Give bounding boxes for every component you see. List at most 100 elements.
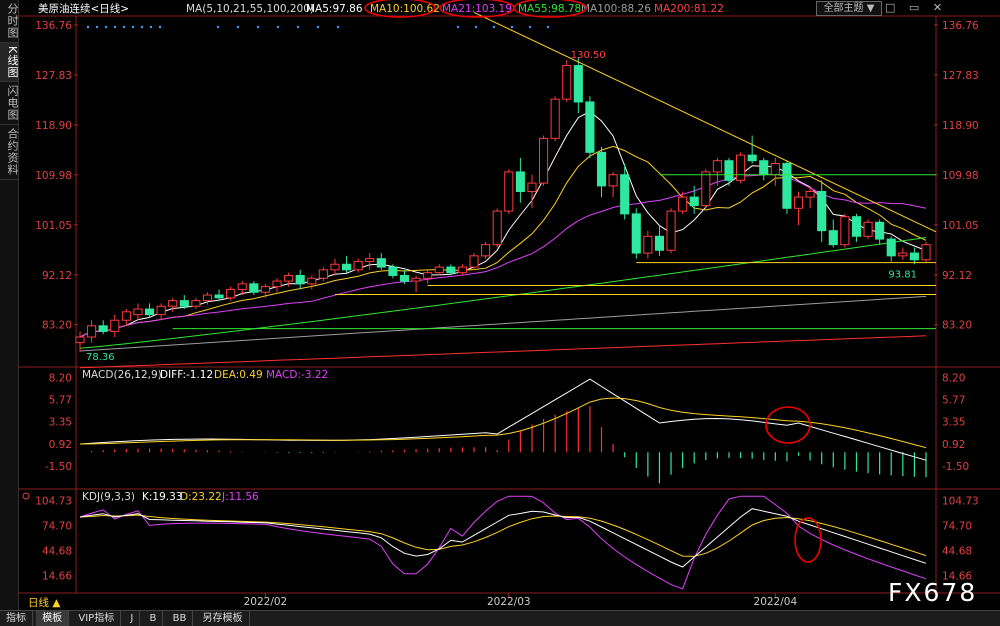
- candle-body[interactable]: [469, 255, 479, 268]
- candle-body[interactable]: [457, 266, 467, 274]
- candle-body[interactable]: [75, 336, 85, 344]
- candle-body[interactable]: [851, 216, 862, 237]
- candle-body[interactable]: [793, 196, 804, 209]
- candle-body[interactable]: [527, 182, 537, 193]
- bottom-tab-bb[interactable]: BB: [167, 611, 194, 626]
- candle-body[interactable]: [608, 174, 618, 187]
- candle-body[interactable]: [747, 154, 757, 162]
- price-chart[interactable]: 136.76 136.76 127.83 127.83 118.90 118.90 109.…: [18, 0, 1000, 610]
- candle-body[interactable]: [168, 300, 178, 307]
- candle-body[interactable]: [202, 294, 213, 302]
- period-selector[interactable]: 日线 ▲: [28, 596, 61, 609]
- candle-body[interactable]: [759, 160, 769, 176]
- close-icon[interactable]: ✕: [933, 1, 942, 14]
- theme-selector[interactable]: 全部主题 ▼: [816, 1, 882, 16]
- tab-timeshare[interactable]: 分时图: [0, 0, 19, 43]
- candle-body[interactable]: [341, 263, 352, 271]
- candle-body[interactable]: [481, 244, 491, 257]
- restore-icon[interactable]: ▭: [909, 1, 919, 14]
- tab-kline[interactable]: K线图: [0, 43, 19, 83]
- bottom-tab-j[interactable]: J: [124, 611, 141, 626]
- candle-body[interactable]: [226, 288, 236, 299]
- candle-body[interactable]: [156, 305, 166, 316]
- candle-body[interactable]: [921, 244, 931, 261]
- tab-flash[interactable]: 闪电图: [0, 82, 19, 126]
- candle-body[interactable]: [237, 283, 247, 290]
- candle-body[interactable]: [782, 163, 792, 209]
- candle-body[interactable]: [376, 258, 386, 268]
- bottom-tab-b[interactable]: B: [144, 611, 164, 626]
- candle-body[interactable]: [353, 260, 363, 271]
- candle-body[interactable]: [875, 221, 885, 240]
- candle-body[interactable]: [260, 286, 270, 293]
- marker-dot: [296, 25, 300, 29]
- candle-body[interactable]: [144, 308, 155, 316]
- candle-body[interactable]: [214, 294, 224, 299]
- candle-body[interactable]: [284, 274, 294, 282]
- candle-body[interactable]: [654, 235, 665, 251]
- marker-dot: [276, 25, 280, 29]
- candle-body[interactable]: [434, 266, 444, 274]
- candle-body[interactable]: [492, 210, 502, 246]
- candle-body[interactable]: [318, 269, 328, 279]
- candle-body[interactable]: [909, 252, 919, 261]
- candle-body[interactable]: [330, 263, 340, 271]
- candle-body[interactable]: [886, 238, 896, 257]
- candle-body[interactable]: [272, 280, 282, 288]
- candle-body[interactable]: [631, 213, 641, 254]
- candle-body[interactable]: [562, 65, 572, 100]
- candle-body[interactable]: [504, 171, 514, 212]
- candle-body[interactable]: [87, 325, 97, 338]
- candle-body[interactable]: [98, 325, 108, 332]
- candle-body[interactable]: [179, 300, 189, 307]
- candle-body[interactable]: [736, 154, 746, 181]
- candle-body[interactable]: [388, 266, 398, 276]
- candle-body[interactable]: [585, 101, 595, 153]
- candle-body[interactable]: [446, 266, 456, 274]
- candle-body[interactable]: [399, 274, 410, 282]
- candle-body[interactable]: [550, 98, 560, 139]
- candle-body[interactable]: [295, 274, 305, 285]
- candle-body[interactable]: [573, 65, 583, 103]
- candle-body[interactable]: [249, 283, 259, 293]
- candle-body[interactable]: [307, 277, 317, 285]
- candle-body[interactable]: [620, 174, 630, 215]
- candle-body[interactable]: [863, 221, 873, 237]
- kdj-settings-icon[interactable]: [22, 492, 30, 500]
- candle-body[interactable]: [724, 160, 734, 181]
- candle-body[interactable]: [701, 171, 711, 206]
- bottom-tab-save-template[interactable]: 另存模板: [197, 611, 250, 626]
- kdj-y-tick-left: 104.73: [35, 496, 72, 508]
- candle-body[interactable]: [712, 160, 722, 173]
- candle-body[interactable]: [678, 196, 688, 212]
- candle-body[interactable]: [805, 191, 815, 198]
- y-tick-label-left: 136.76: [35, 20, 72, 32]
- bottom-tab-vip-indicator[interactable]: VIP指标: [72, 611, 122, 626]
- candle-body[interactable]: [110, 319, 120, 332]
- macd-y-tick-right: -1.50: [942, 461, 969, 473]
- candle-body[interactable]: [689, 196, 699, 206]
- candle-body[interactable]: [423, 272, 433, 279]
- candle-body[interactable]: [666, 210, 676, 251]
- bottom-tab-indicator[interactable]: 指标: [0, 611, 33, 626]
- candle-body[interactable]: [817, 191, 827, 232]
- candle-body[interactable]: [898, 252, 908, 257]
- tab-contract-info[interactable]: 合约资料: [0, 125, 19, 181]
- candle-body[interactable]: [643, 235, 653, 254]
- candle-body[interactable]: [133, 308, 143, 316]
- candle-body[interactable]: [840, 216, 850, 246]
- candle-body[interactable]: [828, 230, 838, 246]
- candle-body[interactable]: [365, 258, 375, 262]
- candle-body[interactable]: [770, 163, 780, 176]
- candle-body[interactable]: [411, 277, 421, 282]
- candle-body[interactable]: [596, 151, 607, 187]
- x-tick-label: 2022/03: [487, 596, 531, 608]
- candle-body[interactable]: [191, 300, 201, 307]
- minimize-icon[interactable]: □: [885, 1, 895, 14]
- bottom-tab-template[interactable]: 模板: [36, 611, 70, 626]
- candle-body[interactable]: [539, 137, 549, 184]
- y-tick-label-right: 92.12: [942, 270, 972, 282]
- y-tick-label-right: 109.98: [942, 170, 979, 182]
- candle-body[interactable]: [121, 311, 131, 321]
- candle-body[interactable]: [515, 171, 525, 192]
